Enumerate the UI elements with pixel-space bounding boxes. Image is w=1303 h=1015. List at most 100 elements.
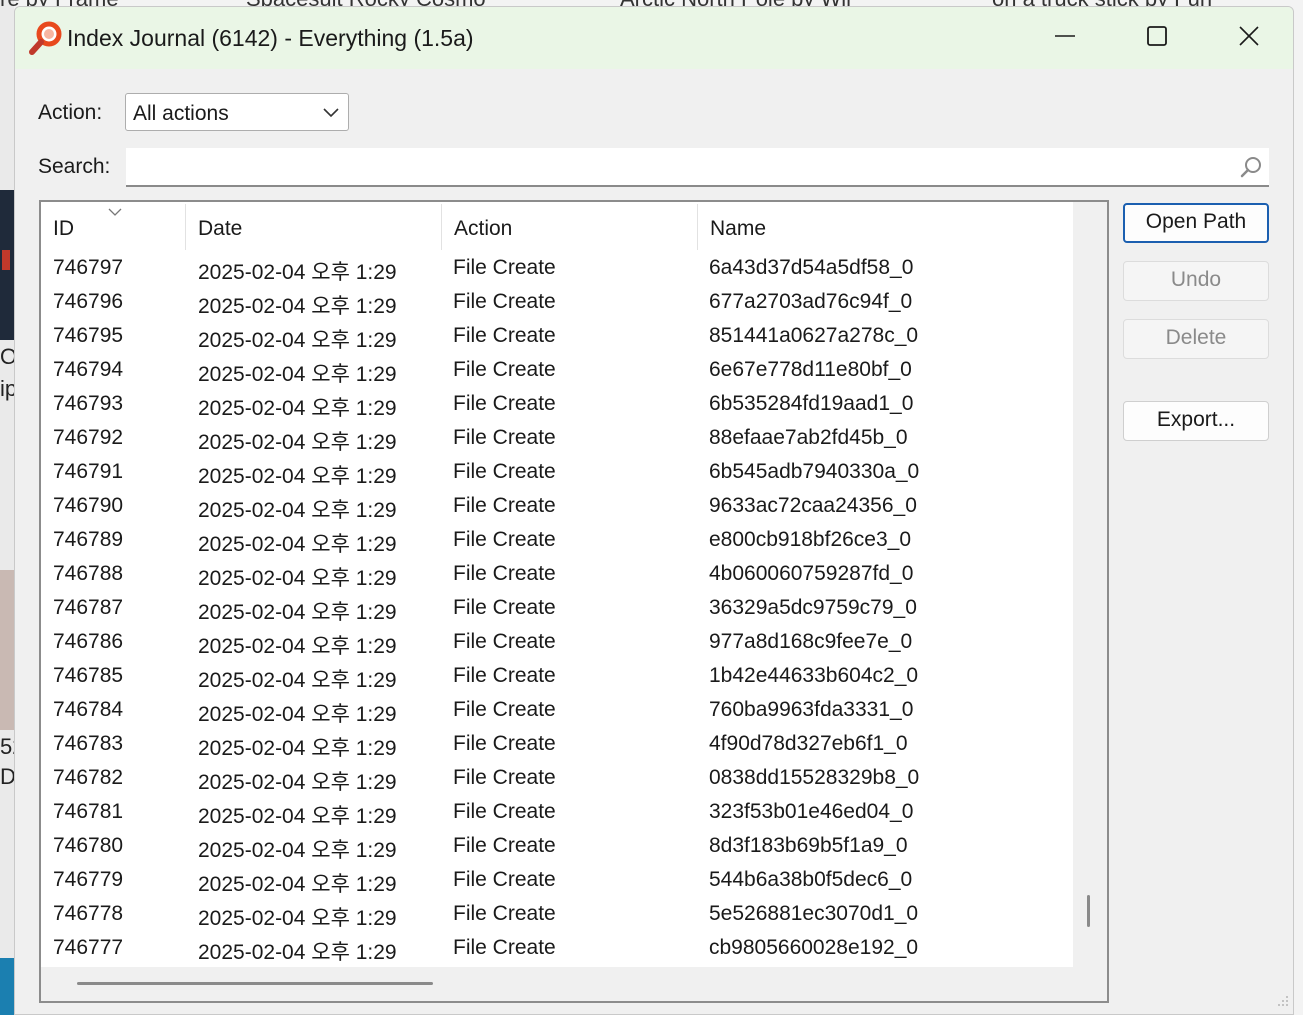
table-row[interactable]: 746781 2025-02-04 오후 1:29 File Create 323f5… <box>41 796 1071 830</box>
column-header-label: Date <box>198 217 243 240</box>
maximize-icon <box>1146 25 1168 52</box>
close-button[interactable] <box>1203 7 1293 69</box>
cell-id: 746791 <box>53 460 124 483</box>
background-thumbnail <box>0 958 14 1015</box>
column-header-label: Name <box>710 217 767 240</box>
cell-action: File Create <box>453 358 556 381</box>
cell-id: 746786 <box>53 630 124 653</box>
cell-action: File Create <box>453 494 556 517</box>
cell-name: 9633ac72caa24356_0 <box>709 494 917 517</box>
vertical-scroll-thumb[interactable] <box>1087 895 1090 927</box>
cell-action: File Create <box>453 732 556 755</box>
cell-action: File Create <box>453 392 556 415</box>
cell-action: File Create <box>453 290 556 313</box>
cell-action: File Create <box>453 528 556 551</box>
export-button[interactable]: Export... <box>1123 401 1269 441</box>
table-row[interactable]: 746793 2025-02-04 오후 1:29 File Create 6b535… <box>41 388 1071 422</box>
cell-name: 88efaae7ab2fd45b_0 <box>709 426 908 449</box>
table-row[interactable]: 746794 2025-02-04 오후 1:29 File Create 6e67e… <box>41 354 1071 388</box>
cell-id: 746780 <box>53 834 124 857</box>
cell-date: 2025-02-04 오후 1:29 <box>198 737 397 760</box>
background-thumbnail <box>0 570 14 730</box>
table-row[interactable]: 746783 2025-02-04 오후 1:29 File Create 4f90d… <box>41 728 1071 762</box>
resize-grip-icon[interactable] <box>1277 994 1289 1012</box>
journal-list[interactable]: ID Date Action Name 746797 2025-02-04 오후 … <box>39 200 1109 1003</box>
cell-name: 1b42e44633b604c2_0 <box>709 664 919 687</box>
table-row[interactable]: 746787 2025-02-04 오후 1:29 File Create 36329… <box>41 592 1071 626</box>
action-dropdown[interactable]: All actions <box>125 93 349 131</box>
cell-id: 746782 <box>53 766 124 789</box>
horizontal-scroll-thumb[interactable] <box>77 982 433 985</box>
cell-action: File Create <box>453 664 556 687</box>
cell-action: File Create <box>453 596 556 619</box>
table-row[interactable]: 746789 2025-02-04 오후 1:29 File Create e800c… <box>41 524 1071 558</box>
cell-name: 6b535284fd19aad1_0 <box>709 392 914 415</box>
cell-name: e800cb918bf26ce3_0 <box>709 528 912 551</box>
cell-action: File Create <box>453 426 556 449</box>
cell-id: 746783 <box>53 732 124 755</box>
table-row[interactable]: 746797 2025-02-04 오후 1:29 File Create 6a43d… <box>41 252 1071 286</box>
cell-name: 677a2703ad76c94f_0 <box>709 290 913 313</box>
cell-date: 2025-02-04 오후 1:29 <box>198 567 397 590</box>
column-header-name[interactable]: Name <box>698 202 1071 252</box>
action-label: Action: <box>38 101 103 124</box>
cell-id: 746787 <box>53 596 124 619</box>
column-header-id[interactable]: ID <box>41 202 185 252</box>
table-row[interactable]: 746790 2025-02-04 오후 1:29 File Create 9633a… <box>41 490 1071 524</box>
cell-id: 746794 <box>53 358 124 381</box>
title-bar[interactable]: Index Journal (6142) - Everything (1.5a) <box>15 7 1293 69</box>
table-row[interactable]: 746780 2025-02-04 오후 1:29 File Create 8d3f1… <box>41 830 1071 864</box>
cell-date: 2025-02-04 오후 1:29 <box>198 261 397 284</box>
table-row[interactable]: 746778 2025-02-04 오후 1:29 File Create 5e526… <box>41 898 1071 932</box>
cell-id: 746785 <box>53 664 124 687</box>
table-row[interactable]: 746791 2025-02-04 오후 1:29 File Create 6b545… <box>41 456 1071 490</box>
column-header-date[interactable]: Date <box>186 202 441 252</box>
cell-id: 746797 <box>53 256 124 279</box>
cell-name: 851441a0627a278c_0 <box>709 324 919 347</box>
cell-action: File Create <box>453 834 556 857</box>
cell-action: File Create <box>453 766 556 789</box>
maximize-button[interactable] <box>1111 7 1203 69</box>
cell-date: 2025-02-04 오후 1:29 <box>198 635 397 658</box>
cell-id: 746784 <box>53 698 124 721</box>
cell-name: 760ba9963fda3331_0 <box>709 698 914 721</box>
open-path-button[interactable]: Open Path <box>1123 203 1269 243</box>
table-row[interactable]: 746784 2025-02-04 오후 1:29 File Create 760ba… <box>41 694 1071 728</box>
table-row[interactable]: 746795 2025-02-04 오후 1:29 File Create 85144… <box>41 320 1071 354</box>
table-row[interactable]: 746779 2025-02-04 오후 1:29 File Create 544b6… <box>41 864 1071 898</box>
table-row[interactable]: 746777 2025-02-04 오후 1:29 File Create cb980… <box>41 932 1071 966</box>
minimize-button[interactable] <box>1019 7 1111 69</box>
cell-action: File Create <box>453 800 556 823</box>
table-row[interactable]: 746792 2025-02-04 오후 1:29 File Create 88efa… <box>41 422 1071 456</box>
background-window-strip <box>0 0 14 1015</box>
search-label: Search: <box>38 155 111 178</box>
table-row[interactable]: 746785 2025-02-04 오후 1:29 File Create 1b42e… <box>41 660 1071 694</box>
table-row[interactable]: 746788 2025-02-04 오후 1:29 File Create 4b060… <box>41 558 1071 592</box>
delete-button[interactable]: Delete <box>1123 319 1269 359</box>
cell-id: 746777 <box>53 936 124 959</box>
cell-action: File Create <box>453 460 556 483</box>
table-row[interactable]: 746796 2025-02-04 오후 1:29 File Create 677a2… <box>41 286 1071 320</box>
cell-id: 746779 <box>53 868 124 891</box>
cell-name: 6a43d37d54a5df58_0 <box>709 256 914 279</box>
index-journal-window: Index Journal (6142) - Everything (1.5a)… <box>14 6 1294 1015</box>
table-row[interactable]: 746782 2025-02-04 오후 1:29 File Create 0838d… <box>41 762 1071 796</box>
search-icon <box>1239 155 1263 184</box>
undo-button[interactable]: Undo <box>1123 261 1269 301</box>
cell-date: 2025-02-04 오후 1:29 <box>198 873 397 896</box>
vertical-scrollbar[interactable] <box>1073 202 1107 1001</box>
cell-action: File Create <box>453 868 556 891</box>
table-row[interactable]: 746786 2025-02-04 오후 1:29 File Create 977a8… <box>41 626 1071 660</box>
search-input[interactable] <box>126 148 1269 187</box>
column-header-action[interactable]: Action <box>442 202 697 252</box>
cell-date: 2025-02-04 오후 1:29 <box>198 941 397 964</box>
cell-name: 544b6a38b0f5dec6_0 <box>709 868 913 891</box>
horizontal-scrollbar[interactable] <box>41 967 1107 1001</box>
cell-action: File Create <box>453 936 556 959</box>
cell-action: File Create <box>453 562 556 585</box>
cell-id: 746795 <box>53 324 124 347</box>
column-header-label: Action <box>454 217 513 240</box>
column-header-label: ID <box>53 217 74 240</box>
cell-date: 2025-02-04 오후 1:29 <box>198 499 397 522</box>
cell-name: 4b060060759287fd_0 <box>709 562 914 585</box>
